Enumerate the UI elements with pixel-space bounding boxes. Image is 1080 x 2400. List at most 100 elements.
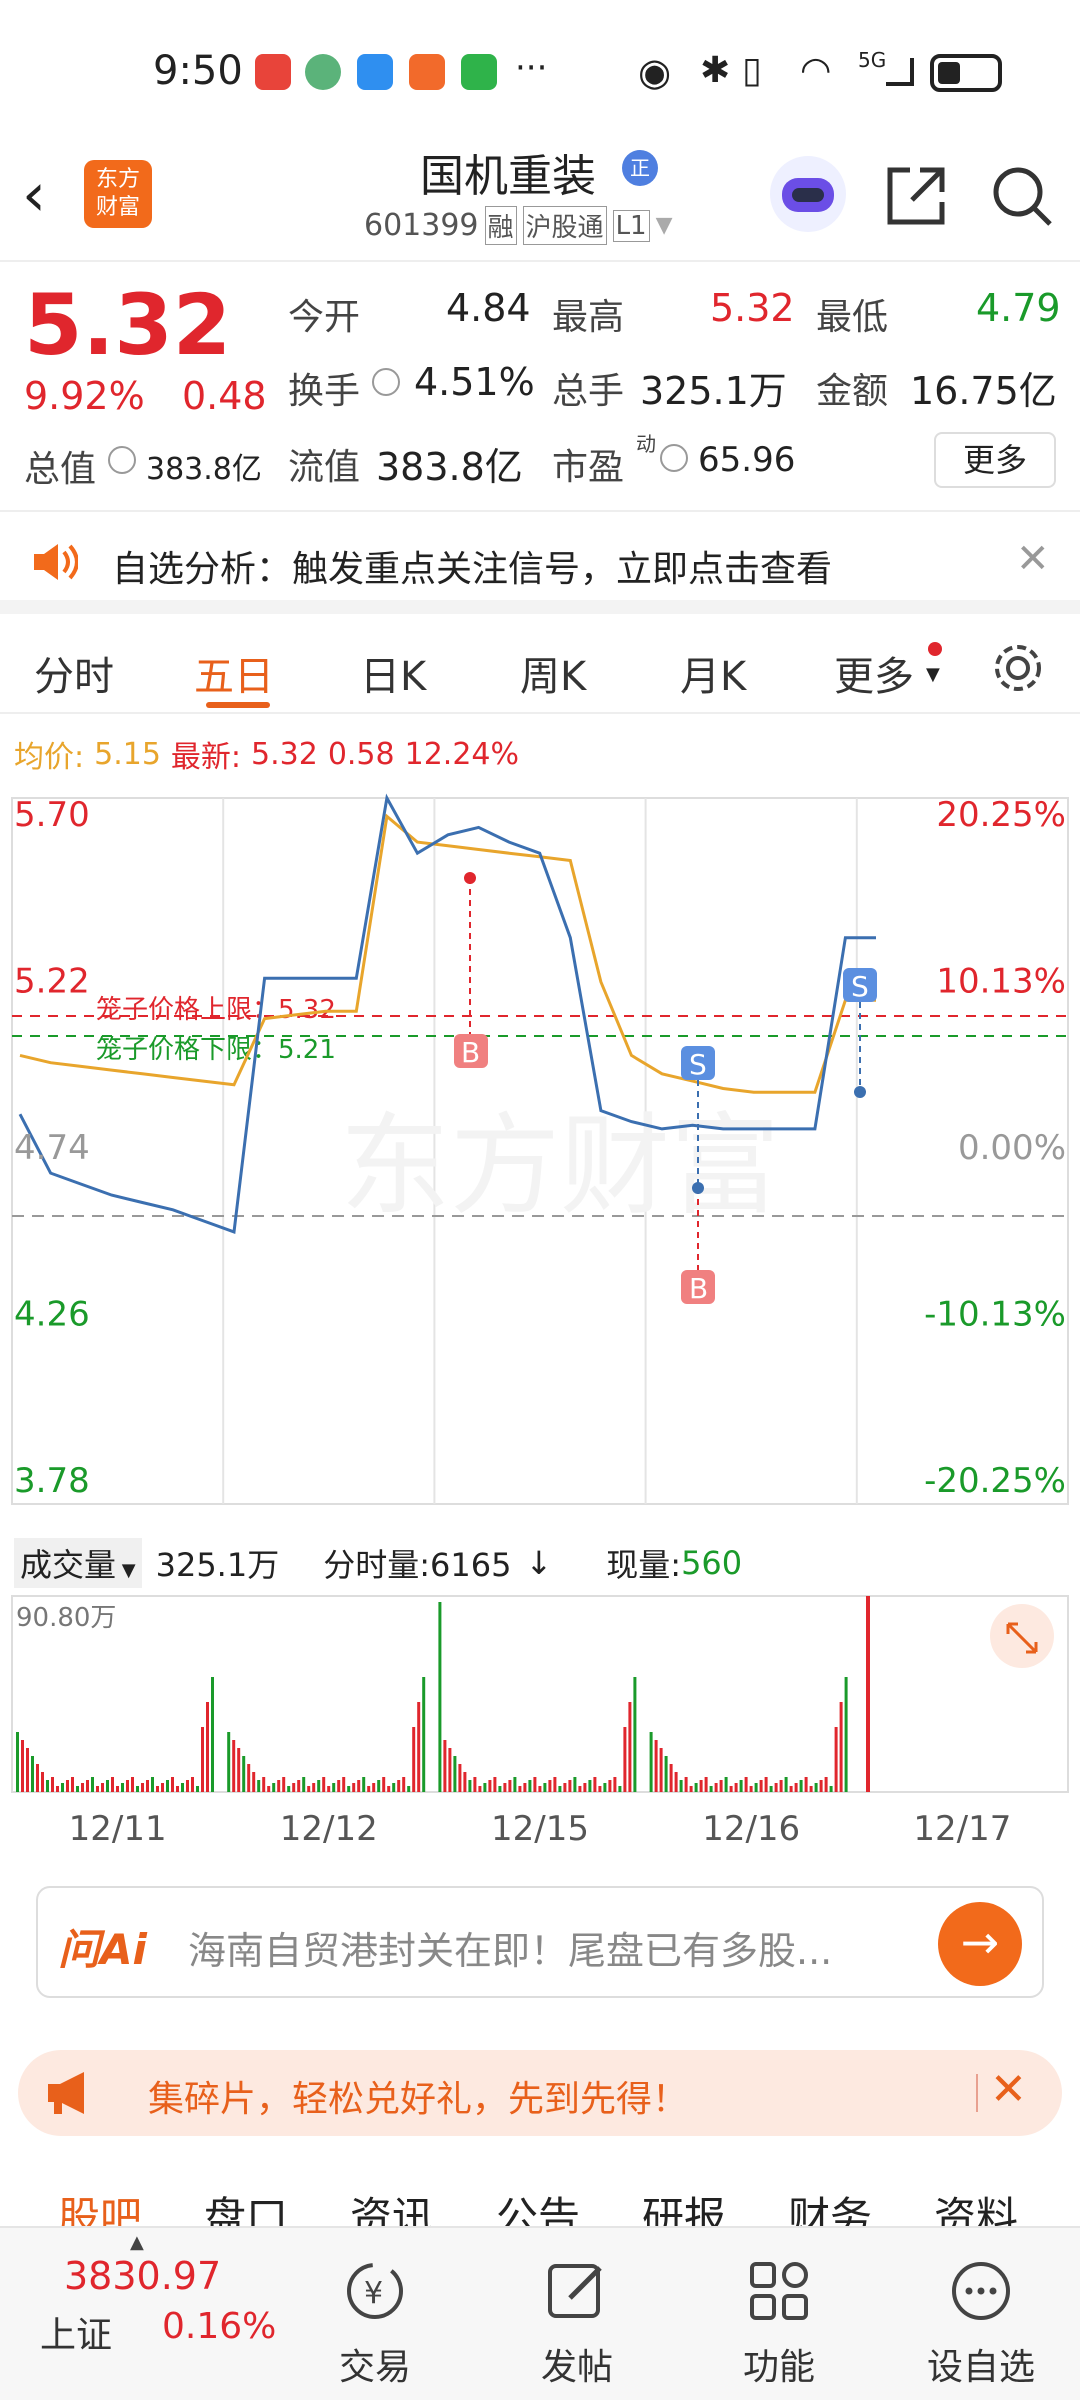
share-icon[interactable] [884, 164, 948, 228]
tab-research[interactable]: 研报 [642, 2184, 726, 2226]
nav-add-watchlist[interactable]: 设自选 [901, 2338, 1061, 2390]
notice-bar[interactable]: 自选分析：触发重点关注信号，立即点击查看 ✕ [0, 512, 1080, 614]
volume-bar [257, 1780, 261, 1792]
volume-bar [76, 1786, 79, 1792]
volume-bar [603, 1783, 607, 1792]
tab-finance[interactable]: 财务 [788, 2184, 872, 2226]
amount-value: 16.75亿 [910, 369, 1057, 413]
svg-text:¥: ¥ [364, 2276, 383, 2311]
promo-banner[interactable]: 集碎片，轻松兑好礼，先到先得！ ✕ [18, 2050, 1062, 2136]
tab-pankou[interactable]: 盘口 [204, 2184, 288, 2226]
volume-bar [749, 1786, 753, 1792]
tab-profile[interactable]: 资料 [934, 2184, 1018, 2226]
close-icon[interactable]: ✕ [990, 2064, 1027, 2115]
price-tick-label: 5.70 [14, 795, 90, 835]
volume-bar [297, 1780, 301, 1792]
volume-header: 成交量 ▼ 325.1万 分时量:6165 ↓ 现量: 560 [14, 1538, 742, 1588]
volume-bar [412, 1727, 416, 1792]
volume-bar [754, 1783, 758, 1792]
volume-bar [734, 1783, 738, 1792]
volume-bar [422, 1677, 426, 1792]
dropdown-icon[interactable]: ▼ [656, 213, 673, 238]
volume-bar [151, 1777, 154, 1792]
volume-bar [347, 1786, 351, 1792]
tab-daily-k[interactable]: 日K [360, 644, 426, 702]
apps-icon[interactable] [744, 2256, 814, 2326]
date-label: 12/12 [280, 1809, 378, 1844]
index-change[interactable]: 0.16% [162, 2306, 276, 2347]
volume-bar [402, 1777, 406, 1792]
more-button[interactable]: 更多 [934, 432, 1056, 488]
volume-bar [623, 1727, 627, 1792]
pe-label: 市盈 [552, 447, 625, 488]
nav-trade[interactable]: 交易 [295, 2338, 455, 2390]
more-circle-icon[interactable] [946, 2256, 1016, 2326]
tab-announcement[interactable]: 公告 [496, 2184, 580, 2226]
volume-bar [302, 1777, 306, 1792]
cage-lower-label: 笼子价格下限：5.21 [96, 1035, 336, 1065]
tab-weekly-k[interactable]: 周K [520, 644, 586, 702]
caret-up-icon: ▲ [130, 2232, 144, 2253]
volume-bar [719, 1780, 723, 1792]
volume-bar [146, 1780, 149, 1792]
robot-assistant-icon[interactable] [770, 156, 846, 232]
nav-functions[interactable]: 功能 [699, 2338, 859, 2390]
gear-icon[interactable] [990, 640, 1046, 696]
volume-bar [809, 1786, 813, 1792]
close-icon[interactable]: ✕ [1016, 536, 1050, 582]
megaphone-icon [48, 2072, 84, 2114]
stock-header: ‹ 东方 财富 国机重装 正 601399 融 沪股通 L1 ▼ [0, 140, 1080, 262]
current-price: 5.32 [24, 276, 232, 374]
tab-monthly-k[interactable]: 月K [680, 644, 746, 702]
ai-search-bar[interactable]: 问Ai 海南自贸港封关在即！尾盘已有多股... → [36, 1886, 1044, 1998]
avg-label: 均价: [14, 740, 85, 775]
volume-bar [191, 1777, 194, 1792]
volume-bar [116, 1786, 119, 1792]
date-label: 12/17 [913, 1809, 1011, 1844]
volume-bar [714, 1783, 718, 1792]
compose-icon[interactable] [542, 2256, 612, 2326]
info-icon[interactable] [660, 444, 688, 472]
nav-post[interactable]: 发帖 [497, 2338, 657, 2390]
tab-more[interactable]: 更多 [834, 644, 914, 702]
volume-bar [282, 1777, 286, 1792]
volume-bar [468, 1780, 472, 1792]
ai-submit-button[interactable]: → [938, 1902, 1022, 1986]
turnover-value: 4.51% [414, 360, 535, 404]
volume-bar [498, 1786, 502, 1792]
volume-bar [779, 1780, 783, 1792]
back-icon[interactable]: ‹ [22, 160, 46, 230]
trade-icon[interactable]: ¥ [340, 2256, 410, 2326]
five-day-chart[interactable]: 均价: 5.15 最新: 5.32 0.58 12.24% 东方财富 笼子价格上… [0, 714, 1080, 1844]
index-value[interactable]: 3830.97 [64, 2254, 221, 2298]
volume-bar [699, 1780, 703, 1792]
latest-label: 最新: [170, 740, 242, 775]
volume-bar [317, 1780, 321, 1792]
search-icon[interactable] [990, 164, 1054, 228]
date-axis: 12/11 12/12 12/15 12/16 12/17 [69, 1809, 1012, 1844]
info-icon[interactable] [108, 446, 136, 474]
volume-bar [242, 1756, 246, 1792]
volume-selector[interactable]: 成交量 ▼ [14, 1538, 142, 1588]
volume-bar [633, 1677, 637, 1792]
volume-bar [704, 1777, 708, 1792]
tab-intraday[interactable]: 分时 [34, 644, 114, 702]
volume-bar [448, 1748, 452, 1792]
volume-bar [583, 1783, 587, 1792]
volume-bar [126, 1780, 129, 1792]
volume-bar [839, 1702, 843, 1792]
volume-bar [674, 1772, 678, 1792]
float-label: 流值 [288, 447, 361, 488]
tab-five-day[interactable]: 五日 [194, 644, 274, 702]
volume-bar [201, 1727, 204, 1792]
volume-bar [628, 1702, 632, 1792]
tab-guba[interactable]: 股吧 [58, 2184, 142, 2226]
volume-bar [764, 1777, 768, 1792]
tab-news[interactable]: 资讯 [350, 2184, 434, 2226]
info-icon[interactable] [372, 368, 400, 396]
volume-bar [744, 1777, 748, 1792]
volume-bar [206, 1702, 209, 1792]
index-name[interactable]: 上证 [40, 2306, 112, 2358]
cage-upper-label: 笼子价格上限：5.32 [96, 995, 336, 1025]
more-notifications-icon: ··· [515, 48, 548, 88]
